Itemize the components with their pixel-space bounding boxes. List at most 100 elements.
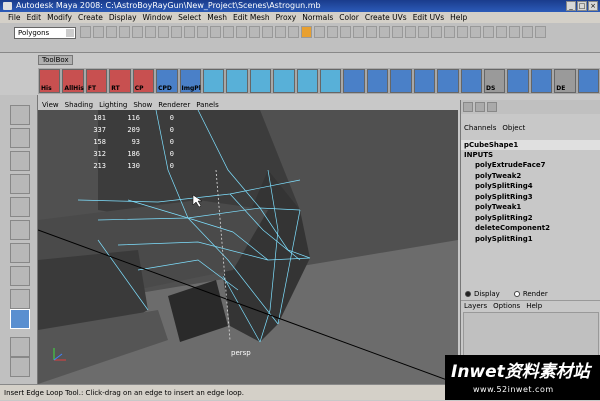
menu-select[interactable]: Select <box>178 12 201 23</box>
menu-mesh[interactable]: Mesh <box>207 12 227 23</box>
tool-settings-toggle-icon[interactable] <box>487 102 497 112</box>
lock-icon[interactable] <box>418 26 429 38</box>
menu-modify[interactable]: Modify <box>47 12 72 23</box>
input-node-item[interactable]: deleteComponent2 <box>461 223 600 234</box>
shelf-extrude-icon[interactable] <box>390 69 412 93</box>
panel-menu-renderer[interactable]: Renderer <box>158 100 190 110</box>
quick-select-icon[interactable] <box>457 26 468 38</box>
rotate-tool-icon[interactable] <box>10 197 30 217</box>
channel-box-toggle-icon[interactable] <box>463 102 473 112</box>
input-node-item[interactable]: polySplitRing4 <box>461 181 600 192</box>
shelf-delete-history-button[interactable]: His <box>39 69 61 93</box>
input-node-item[interactable]: polyTweak1 <box>461 202 600 213</box>
shelf-cpd-button[interactable]: CPD <box>156 69 178 93</box>
shelf-freeze-transform-button[interactable]: FT <box>85 69 108 93</box>
shelf-ds-button[interactable]: DS <box>484 69 506 93</box>
shelf-reset-transform-button[interactable]: RT <box>109 69 131 93</box>
insert-edge-loop-tool-icon[interactable] <box>10 309 30 329</box>
mask-render-icon[interactable] <box>275 26 286 38</box>
perspective-viewport[interactable]: 181 116 0 337 209 0 158 93 0 312 186 0 213 130 0 p… <box>38 110 458 384</box>
panel-menu-panels[interactable]: Panels <box>196 100 219 110</box>
shelf-combine-icon[interactable] <box>343 69 365 93</box>
menu-normals[interactable]: Normals <box>302 12 333 23</box>
snap-point-icon[interactable] <box>327 26 338 38</box>
open-scene-icon[interactable] <box>93 26 104 38</box>
select-hierarchy-icon[interactable] <box>119 26 130 38</box>
menu-window[interactable]: Window <box>143 12 173 23</box>
shelf-cylinder-icon[interactable] <box>249 69 272 93</box>
shelf-de-button[interactable]: DE <box>554 69 576 93</box>
layer-menu-help[interactable]: Help <box>526 301 542 311</box>
panel-menu-view[interactable]: View <box>42 100 59 110</box>
last-used-tool-icon[interactable] <box>10 289 30 309</box>
shelf-delete-all-history-button[interactable]: AllHis <box>62 69 84 93</box>
snap-view-plane-icon[interactable] <box>340 26 351 38</box>
shelf-cone-icon[interactable] <box>273 69 295 93</box>
mask-edge-icon[interactable] <box>171 26 182 38</box>
layout-single-pane-icon[interactable] <box>10 337 30 357</box>
menu-edit-mesh[interactable]: Edit Mesh <box>233 12 270 23</box>
mask-joint-icon[interactable] <box>210 26 221 38</box>
attribute-editor-toggle-icon[interactable] <box>475 102 485 112</box>
shape-node-name[interactable]: pCubeShape1 <box>461 140 600 150</box>
show-attr-icon[interactable] <box>509 26 520 38</box>
sel-highlight-icon[interactable] <box>444 26 455 38</box>
menu-create-uvs[interactable]: Create UVs <box>365 12 407 23</box>
shelf-torus-icon[interactable] <box>320 69 342 93</box>
render-frame-icon[interactable] <box>379 26 390 38</box>
mask-deform-icon[interactable] <box>249 26 260 38</box>
display-layer-radio[interactable]: Display <box>465 290 500 298</box>
shelf-split-icon[interactable] <box>460 69 483 93</box>
shelf-smooth-icon[interactable] <box>577 69 600 93</box>
shelf-plane-icon[interactable] <box>296 69 319 93</box>
save-scene-icon[interactable] <box>106 26 117 38</box>
shelf-separate-icon[interactable] <box>366 69 389 93</box>
menu-display[interactable]: Display <box>109 12 137 23</box>
select-object-icon[interactable] <box>132 26 143 38</box>
shelf-append-icon[interactable] <box>437 69 459 93</box>
inputs-header[interactable]: INPUTS <box>461 150 600 160</box>
mask-misc-icon[interactable] <box>288 26 299 38</box>
select-tool-icon[interactable] <box>10 105 30 125</box>
shelf-center-pivot-button[interactable]: CP <box>132 69 155 93</box>
menu-file[interactable]: File <box>8 12 21 23</box>
paint-select-tool-icon[interactable] <box>10 151 30 171</box>
make-live-icon[interactable] <box>353 26 364 38</box>
maximize-button[interactable]: □ <box>577 1 587 11</box>
shelf-bevel-icon[interactable] <box>530 69 553 93</box>
shelf-bridge-icon[interactable] <box>413 69 436 93</box>
input-node-item[interactable]: polyExtrudeFace7 <box>461 160 600 171</box>
lasso-tool-icon[interactable] <box>10 128 30 148</box>
shelf-merge-icon[interactable] <box>507 69 529 93</box>
ipr-render-icon[interactable] <box>392 26 403 38</box>
mask-curve-icon[interactable] <box>223 26 234 38</box>
mask-vertex-icon[interactable] <box>158 26 169 38</box>
manipulator-tool-icon[interactable] <box>10 243 30 263</box>
snap-grid-icon[interactable] <box>301 26 312 38</box>
menu-edit[interactable]: Edit <box>27 12 42 23</box>
mask-uv-icon[interactable] <box>197 26 208 38</box>
move-tool-icon[interactable] <box>10 174 30 194</box>
menu-set-selector[interactable]: Polygons <box>14 27 76 39</box>
snap-curve-icon[interactable] <box>314 26 325 38</box>
mask-surface-icon[interactable] <box>236 26 247 38</box>
show-channel-box-icon[interactable] <box>535 26 546 38</box>
scale-tool-icon[interactable] <box>10 220 30 240</box>
new-scene-icon[interactable] <box>80 26 91 38</box>
history-icon[interactable] <box>366 26 377 38</box>
menu-edit-uvs[interactable]: Edit UVs <box>413 12 444 23</box>
panel-menu-show[interactable]: Show <box>133 100 152 110</box>
menu-help[interactable]: Help <box>450 12 467 23</box>
menu-create[interactable]: Create <box>78 12 103 23</box>
rel-transform-icon[interactable] <box>483 26 494 38</box>
input-node-item[interactable]: polySplitRing2 <box>461 213 600 224</box>
render-settings-icon[interactable] <box>405 26 416 38</box>
shelf-sphere-icon[interactable] <box>202 69 225 93</box>
sel-lock-icon[interactable] <box>431 26 442 38</box>
shelf-image-plane-button[interactable]: ImgPl <box>179 69 201 93</box>
minimize-button[interactable]: _ <box>566 1 576 11</box>
menu-proxy[interactable]: Proxy <box>276 12 297 23</box>
panel-menu-lighting[interactable]: Lighting <box>99 100 127 110</box>
menu-color[interactable]: Color <box>339 12 359 23</box>
panel-menu-shading[interactable]: Shading <box>65 100 93 110</box>
